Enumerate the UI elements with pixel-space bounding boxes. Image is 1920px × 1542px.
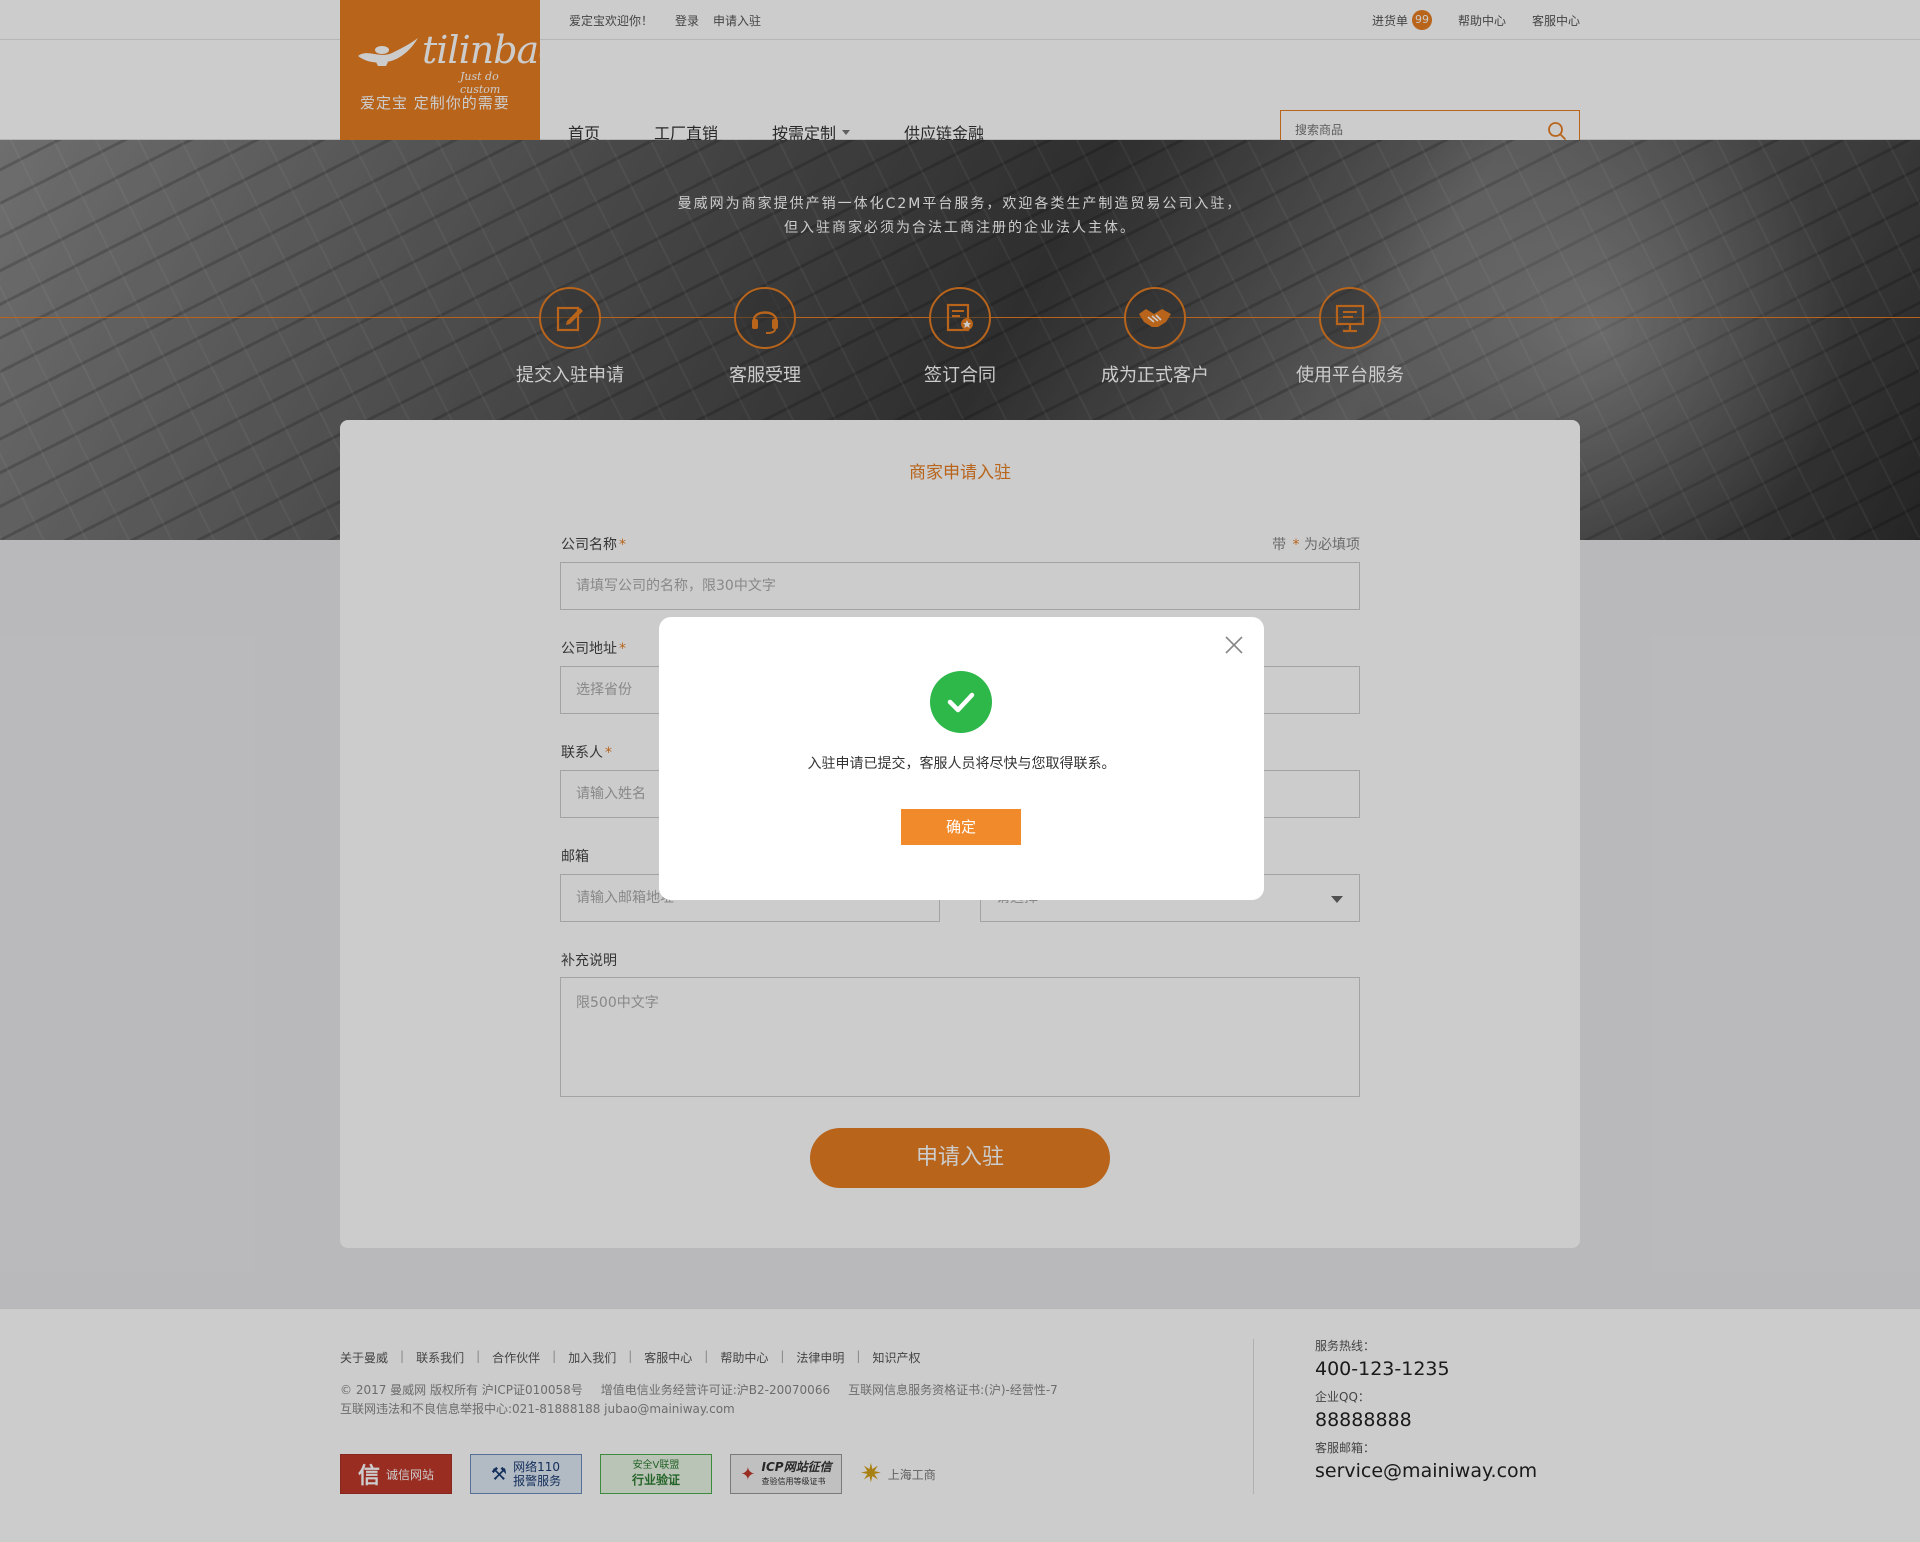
close-icon[interactable] <box>1222 633 1246 657</box>
success-check-icon <box>930 671 992 733</box>
success-dialog: 入驻申请已提交，客服人员将尽快与您取得联系。 确定 <box>659 617 1264 900</box>
confirm-button[interactable]: 确定 <box>901 809 1021 845</box>
success-message: 入驻申请已提交，客服人员将尽快与您取得联系。 <box>807 756 1116 772</box>
